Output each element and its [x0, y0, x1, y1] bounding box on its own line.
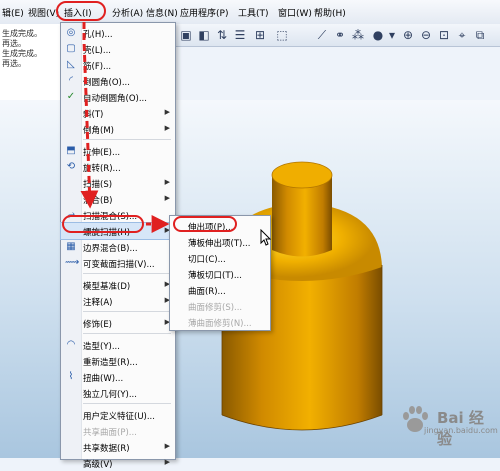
tutorial-arrows: [80, 22, 170, 233]
down-arrow: [80, 22, 99, 209]
mouse-cursor-icon: [260, 229, 272, 246]
submenu-arrow-icon: ▶: [164, 458, 170, 466]
menu-item-label: 高级(V): [83, 460, 113, 470]
watermark-url: jingyan.baidu.com: [424, 426, 498, 435]
baidu-watermark: Bai 经验 jingyan.baidu.com: [392, 403, 498, 448]
